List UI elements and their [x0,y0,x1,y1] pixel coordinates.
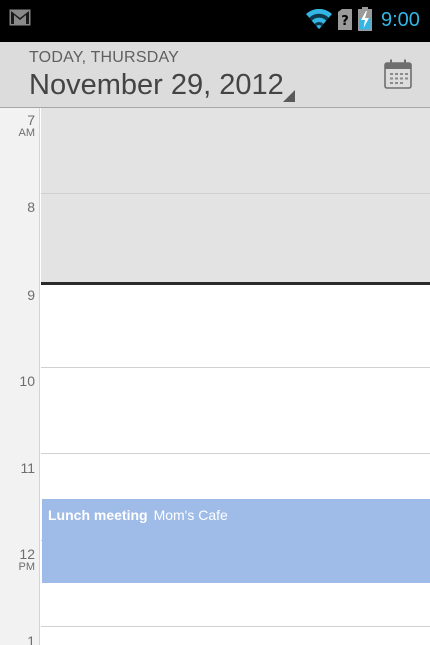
hour-divider [41,193,430,194]
calendar-header: TODAY, THURSDAY November 29, 2012 [0,42,430,108]
day-view[interactable]: 7 AM 8 9 10 11 12 PM 1 Lunch meeting Mom'… [0,108,430,645]
svg-text:?: ? [341,14,349,29]
hour-divider [41,626,430,627]
hour-label-12pm: 12 PM [18,546,36,573]
sim-missing-icon: ? [338,9,352,30]
event-location: Mom's Cafe [153,507,228,523]
calendar-icon[interactable] [384,59,412,89]
event-text: Lunch meeting Mom's Cafe [48,507,228,523]
gmail-icon [9,9,31,26]
status-time: 9:00 [381,9,420,31]
date-subtitle: TODAY, THURSDAY [29,49,179,66]
hour-divider [41,367,430,368]
status-bar: ? 9:00 [0,0,430,42]
dropdown-triangle-icon [283,90,295,102]
event-title: Lunch meeting [48,507,148,523]
hour-divider [41,453,430,454]
hour-label-8: 8 [27,199,35,215]
hour-label-7am: 7 AM [18,112,36,139]
current-time-indicator [41,282,430,285]
event-lunch-meeting[interactable]: Lunch meeting Mom's Cafe [42,499,430,583]
wifi-icon [306,9,332,29]
battery-charging-icon [358,7,372,31]
date-selector[interactable]: TODAY, THURSDAY November 29, 2012 [29,49,309,105]
hour-label-10: 10 [19,373,35,389]
hour-label-9: 9 [27,287,35,303]
hour-label-11: 11 [20,460,35,476]
hour-label-1: 1 [27,633,35,645]
past-hours-region [41,108,430,283]
date-title: November 29, 2012 [29,69,284,101]
